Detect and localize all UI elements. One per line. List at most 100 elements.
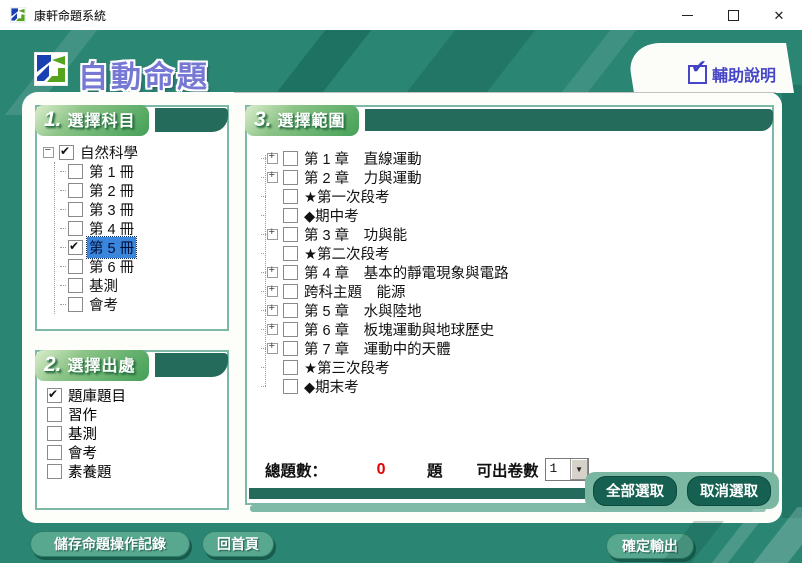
expand-icon[interactable] bbox=[267, 343, 278, 354]
tree-label[interactable]: 第 1 冊 bbox=[87, 161, 136, 182]
tree-label[interactable]: 第 3 章 功與能 bbox=[302, 224, 409, 245]
checkbox[interactable] bbox=[68, 202, 83, 217]
tree-label[interactable]: 第 6 章 板塊運動與地球歷史 bbox=[302, 319, 496, 340]
expand-icon[interactable] bbox=[267, 153, 278, 164]
checkbox[interactable] bbox=[68, 164, 83, 179]
tree-row[interactable]: 第 7 章 運動中的天體 bbox=[261, 339, 772, 358]
item-label[interactable]: 基測 bbox=[66, 423, 99, 444]
tree-row[interactable]: ★第二次段考 bbox=[261, 244, 772, 263]
tree-row[interactable]: 第 3 冊 bbox=[60, 200, 227, 219]
tree-label[interactable]: 第 7 章 運動中的天體 bbox=[302, 338, 453, 359]
checkbox[interactable] bbox=[47, 407, 62, 422]
tree-row[interactable]: 第 4 章 基本的靜電現象與電路 bbox=[261, 263, 772, 282]
checkbox[interactable] bbox=[283, 189, 298, 204]
tree-row[interactable]: 第 1 冊 bbox=[60, 162, 227, 181]
checkbox[interactable] bbox=[68, 240, 83, 255]
list-item[interactable]: 會考 bbox=[47, 443, 227, 462]
tree-label[interactable]: 自然科學 bbox=[78, 142, 140, 163]
tree-row[interactable]: 第 2 冊 bbox=[60, 181, 227, 200]
collapse-icon[interactable] bbox=[43, 147, 54, 158]
checkbox[interactable] bbox=[283, 284, 298, 299]
checkbox[interactable] bbox=[68, 183, 83, 198]
deselect-all-button[interactable]: 取消選取 bbox=[687, 476, 771, 506]
tree-label[interactable]: 第 5 章 水與陸地 bbox=[302, 300, 424, 321]
tree-label[interactable]: ★第一次段考 bbox=[302, 186, 392, 207]
checkbox[interactable] bbox=[283, 303, 298, 318]
dropdown-arrow-icon[interactable]: ▼ bbox=[570, 459, 588, 480]
tree-label[interactable]: 跨科主題 能源 bbox=[302, 281, 408, 302]
tree-label[interactable]: 第 5 冊 bbox=[87, 237, 136, 258]
tree-row[interactable]: ★第一次段考 bbox=[261, 187, 772, 206]
checkbox[interactable] bbox=[47, 388, 62, 403]
checkbox[interactable] bbox=[283, 170, 298, 185]
checkbox[interactable] bbox=[47, 464, 62, 479]
tree-label[interactable]: 第 4 章 基本的靜電現象與電路 bbox=[302, 262, 511, 283]
checkbox[interactable] bbox=[68, 278, 83, 293]
tree-row[interactable]: 第 6 章 板塊運動與地球歷史 bbox=[261, 320, 772, 339]
minimize-button[interactable] bbox=[664, 0, 710, 30]
checkbox[interactable] bbox=[283, 265, 298, 280]
tree-row[interactable]: 會考 bbox=[60, 295, 227, 314]
save-record-button[interactable]: 儲存命題操作記錄 bbox=[30, 531, 190, 557]
list-item[interactable]: 習作 bbox=[47, 405, 227, 424]
tree-label[interactable]: 第 6 冊 bbox=[87, 256, 136, 277]
tree-row[interactable]: 基測 bbox=[60, 276, 227, 295]
tree-row[interactable]: ◆期末考 bbox=[261, 377, 772, 396]
select-all-button[interactable]: 全部選取 bbox=[593, 476, 677, 506]
tree-label[interactable]: 第 2 章 力與運動 bbox=[302, 167, 424, 188]
tree-row[interactable]: 第 2 章 力與運動 bbox=[261, 168, 772, 187]
checkbox[interactable] bbox=[283, 322, 298, 337]
tree-label[interactable]: 基測 bbox=[87, 275, 120, 296]
tree-row-root[interactable]: 自然科學 bbox=[43, 143, 227, 162]
item-label[interactable]: 題庫題目 bbox=[66, 385, 128, 406]
home-button[interactable]: 回首頁 bbox=[202, 531, 274, 557]
checkbox[interactable] bbox=[68, 297, 83, 312]
papers-count-select[interactable]: 1 ▼ bbox=[545, 458, 589, 481]
tree-label[interactable]: ◆期末考 bbox=[302, 376, 361, 397]
tree-row[interactable]: 第 4 冊 bbox=[60, 219, 227, 238]
tree-row[interactable]: ★第三次段考 bbox=[261, 358, 772, 377]
checkbox[interactable] bbox=[283, 151, 298, 166]
expand-icon[interactable] bbox=[267, 324, 278, 335]
checkbox[interactable] bbox=[68, 221, 83, 236]
tree-row[interactable]: 第 3 章 功與能 bbox=[261, 225, 772, 244]
checkbox[interactable] bbox=[59, 145, 74, 160]
item-label[interactable]: 習作 bbox=[66, 404, 99, 425]
tree-row[interactable]: 跨科主題 能源 bbox=[261, 282, 772, 301]
checkbox[interactable] bbox=[47, 426, 62, 441]
tree-label[interactable]: ★第三次段考 bbox=[302, 357, 392, 378]
list-item[interactable]: 基測 bbox=[47, 424, 227, 443]
tree-label[interactable]: ◆期中考 bbox=[302, 205, 361, 226]
expand-icon[interactable] bbox=[267, 286, 278, 297]
checkbox[interactable] bbox=[283, 379, 298, 394]
checkbox[interactable] bbox=[68, 259, 83, 274]
tree-label[interactable]: 第 3 冊 bbox=[87, 199, 136, 220]
tree-row[interactable]: 第 1 章 直線運動 bbox=[261, 149, 772, 168]
tree-label[interactable]: 第 4 冊 bbox=[87, 218, 136, 239]
checkbox[interactable] bbox=[47, 445, 62, 460]
tree-label[interactable]: 第 2 冊 bbox=[87, 180, 136, 201]
expand-icon[interactable] bbox=[267, 267, 278, 278]
maximize-button[interactable] bbox=[710, 0, 756, 30]
checkbox[interactable] bbox=[283, 227, 298, 242]
tree-label[interactable]: 第 1 章 直線運動 bbox=[302, 148, 424, 169]
expand-icon[interactable] bbox=[267, 172, 278, 183]
list-item[interactable]: 題庫題目 bbox=[47, 386, 227, 405]
expand-icon[interactable] bbox=[267, 305, 278, 316]
item-label[interactable]: 會考 bbox=[66, 442, 99, 463]
tree-row[interactable]: ◆期中考 bbox=[261, 206, 772, 225]
list-item[interactable]: 素養題 bbox=[47, 462, 227, 481]
tree-row[interactable]: 第 5 冊 bbox=[60, 238, 227, 257]
checkbox[interactable] bbox=[283, 208, 298, 223]
confirm-output-button[interactable]: 確定輸出 bbox=[606, 533, 694, 559]
tree-row[interactable]: 第 6 冊 bbox=[60, 257, 227, 276]
checkbox[interactable] bbox=[283, 246, 298, 261]
checkbox[interactable] bbox=[283, 341, 298, 356]
expand-icon[interactable] bbox=[267, 229, 278, 240]
close-button[interactable]: ✕ bbox=[756, 0, 802, 30]
checkbox[interactable] bbox=[283, 360, 298, 375]
tree-label[interactable]: 會考 bbox=[87, 294, 120, 315]
tree-row[interactable]: 第 5 章 水與陸地 bbox=[261, 301, 772, 320]
item-label[interactable]: 素養題 bbox=[66, 461, 114, 482]
tree-label[interactable]: ★第二次段考 bbox=[302, 243, 392, 264]
